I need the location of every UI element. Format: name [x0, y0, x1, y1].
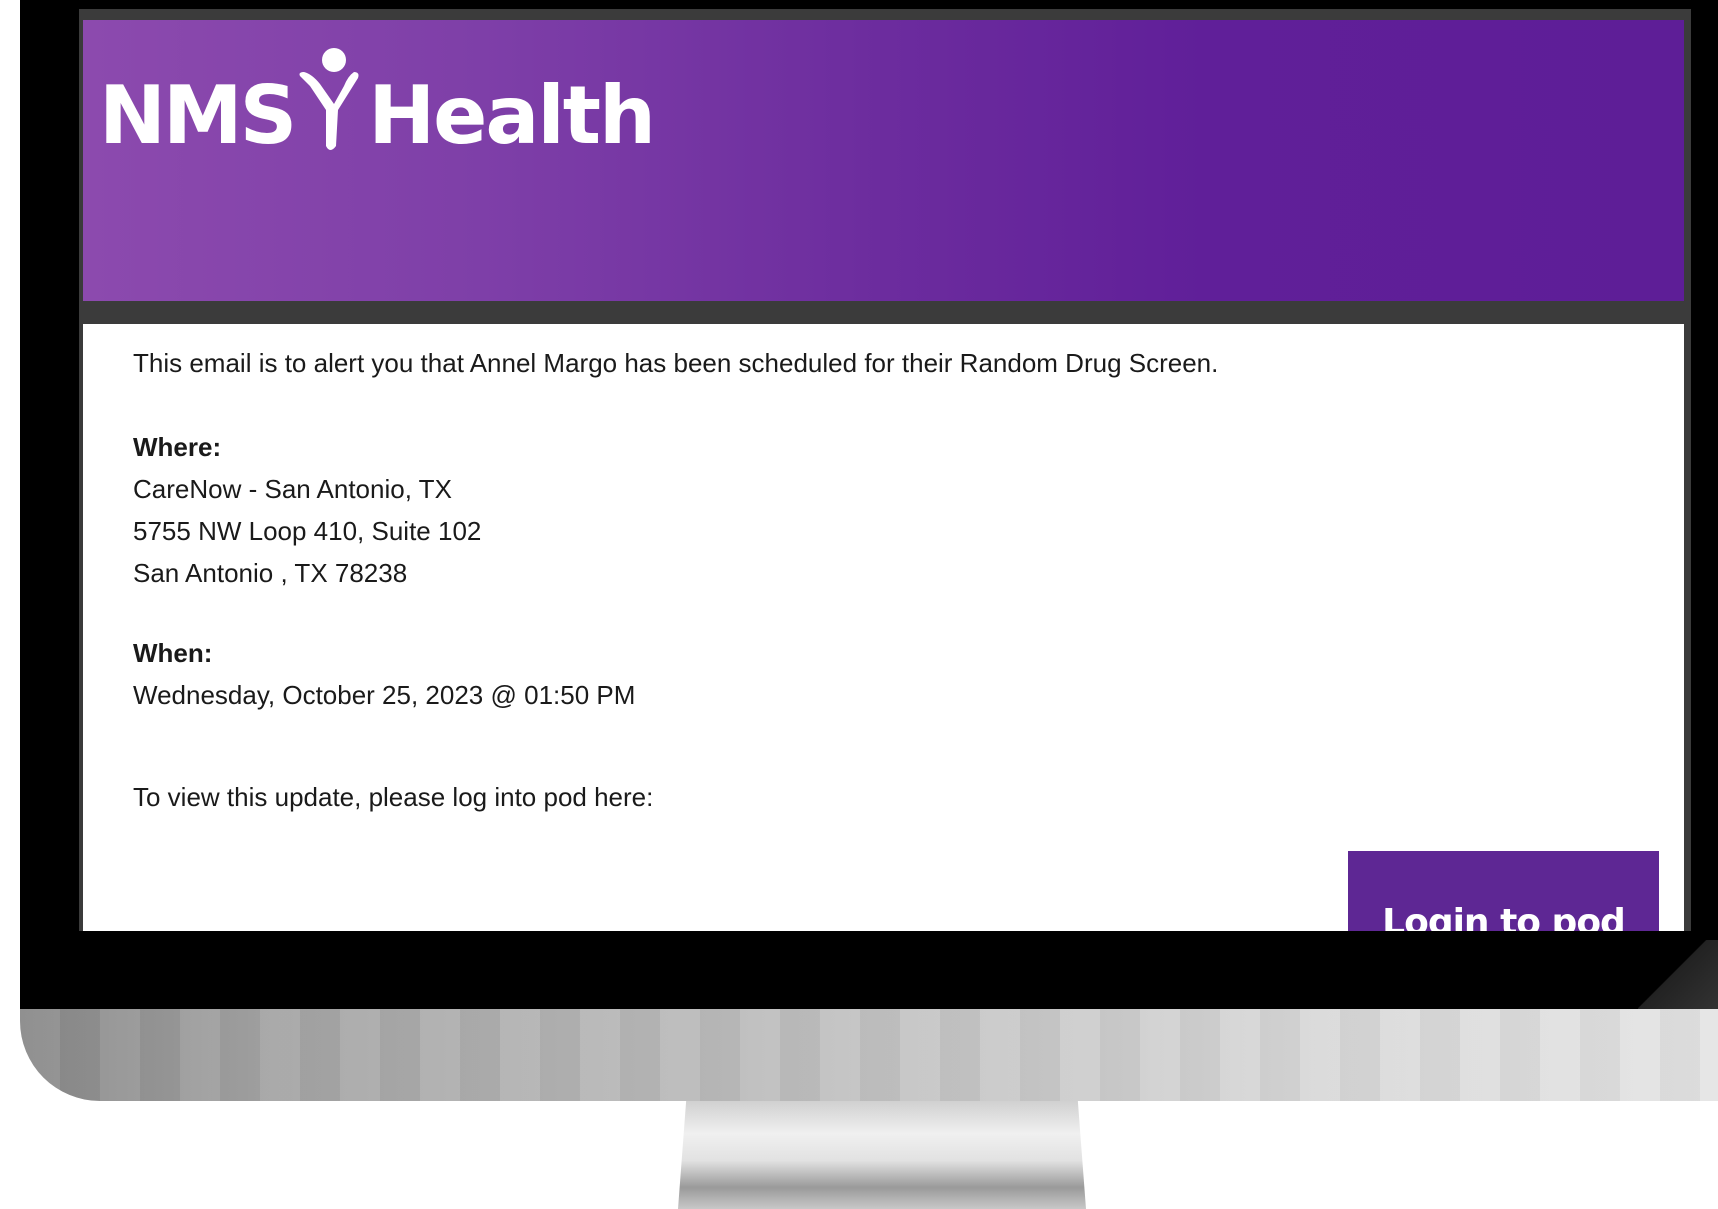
- logo-text-health: Health: [368, 69, 656, 162]
- login-to-pod-button[interactable]: Login to pod: [1348, 851, 1659, 931]
- email-header-banner: NMS Health: [83, 20, 1684, 301]
- location-street: 5755 NW Loop 410, Suite 102: [133, 516, 482, 546]
- monitor-stand: [678, 1101, 1086, 1209]
- when-section: When: Wednesday, October 25, 2023 @ 01:5…: [133, 632, 635, 716]
- when-label: When:: [133, 638, 213, 668]
- where-section: Where: CareNow - San Antonio, TX 5755 NW…: [133, 426, 481, 594]
- where-label: Where:: [133, 432, 222, 462]
- location-city: San Antonio , TX 78238: [133, 558, 408, 588]
- nms-health-logo: NMS Health: [99, 46, 656, 162]
- monitor-corner-shadow: [1638, 940, 1718, 1010]
- view-update-text: To view this update, please log into pod…: [133, 782, 654, 812]
- logo-text-nms: NMS: [99, 69, 297, 162]
- person-figure-icon: [299, 48, 359, 150]
- appointment-datetime: Wednesday, October 25, 2023 @ 01:50 PM: [133, 680, 636, 710]
- email-intro-text: This email is to alert you that Annel Ma…: [133, 348, 1219, 378]
- location-name: CareNow - San Antonio, TX: [133, 474, 452, 504]
- monitor-chin: [20, 1009, 1718, 1101]
- monitor-screen: NMS Health This email is to alert you th…: [79, 9, 1691, 931]
- banner-divider: [83, 301, 1684, 323]
- email-body: This email is to alert you that Annel Ma…: [83, 324, 1684, 931]
- monitor-chin-texture: [20, 1009, 1718, 1101]
